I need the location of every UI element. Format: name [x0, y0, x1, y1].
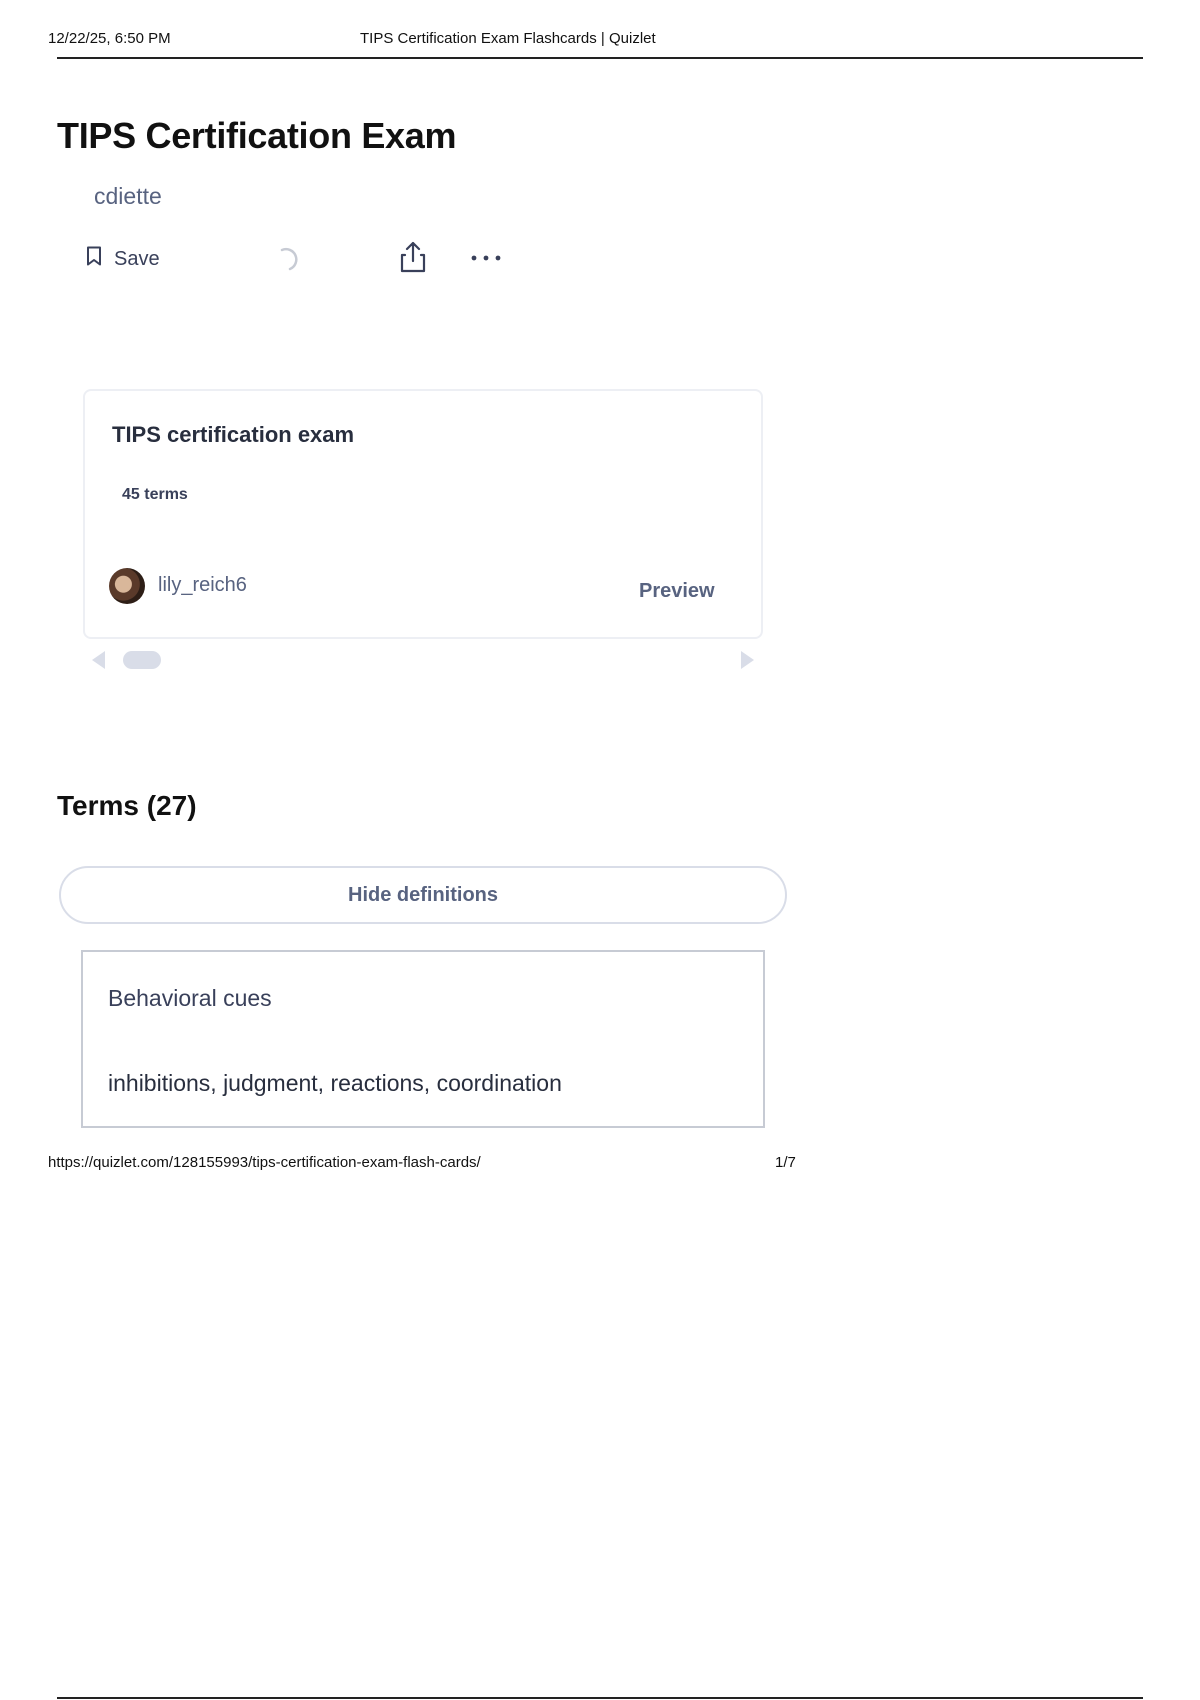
terms-heading: Terms (27) [57, 790, 197, 821]
print-datetime: 12/22/25, 6:50 PM [48, 30, 171, 47]
related-set-card[interactable]: TIPS certification exam 45 terms lily_re… [83, 389, 763, 639]
save-button[interactable]: Save [86, 246, 160, 272]
share-icon[interactable] [399, 241, 427, 278]
print-page-number: 1/7 [775, 1154, 796, 1171]
more-options-icon[interactable] [471, 250, 501, 271]
definition-text: inhibitions, judgment, reactions, coordi… [108, 1070, 562, 1096]
save-label: Save [114, 247, 160, 270]
related-set-username[interactable]: lily_reich6 [158, 574, 247, 597]
preview-button[interactable]: Preview [639, 580, 715, 603]
set-actions: Save [86, 245, 160, 273]
hide-definitions-button[interactable]: Hide definitions [59, 866, 787, 924]
set-author-link[interactable]: cdiette [94, 183, 162, 210]
related-set-title[interactable]: TIPS certification exam [112, 422, 354, 448]
term-text: Behavioral cues [108, 985, 272, 1011]
carousel-prev-icon[interactable] [92, 651, 105, 669]
set-title: TIPS Certification Exam [57, 115, 457, 156]
loading-spinner-icon [278, 245, 302, 278]
carousel-scrollbar-thumb[interactable] [123, 651, 161, 669]
header-divider [57, 57, 1143, 59]
bookmark-icon [86, 246, 102, 272]
print-page-title: TIPS Certification Exam Flashcards | Qui… [360, 30, 656, 47]
related-set-term-count: 45 terms [122, 486, 188, 503]
print-url: https://quizlet.com/128155993/tips-certi… [48, 1154, 481, 1171]
carousel-next-icon[interactable] [741, 651, 754, 669]
avatar [109, 568, 145, 604]
footer-divider [57, 1697, 1143, 1699]
term-card: Behavioral cues inhibitions, judgment, r… [81, 950, 765, 1128]
